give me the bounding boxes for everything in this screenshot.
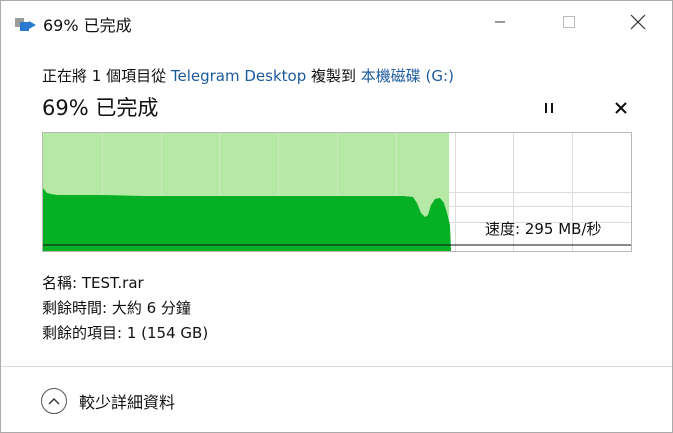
less-details-button[interactable]: 較少詳細資料 xyxy=(41,386,175,416)
chevron-up-icon xyxy=(41,388,67,414)
window-title: 69% 已完成 xyxy=(43,16,132,35)
destination-drive-link[interactable]: 本機磁碟 (G:) xyxy=(361,67,454,85)
detail-items-remaining: 剩餘的項目: 1 (154 GB) xyxy=(42,322,208,343)
name-value: TEST.rar xyxy=(81,274,144,292)
close-button[interactable] xyxy=(615,1,661,43)
cancel-icon xyxy=(615,102,627,114)
less-details-label: 較少詳細資料 xyxy=(79,393,176,412)
copy-middle: 複製到 xyxy=(306,67,361,85)
detail-time-remaining: 剩餘時間: 大約 6 分鐘 xyxy=(42,297,191,318)
time-remaining-value: 大約 6 分鐘 xyxy=(111,299,191,317)
footer-divider xyxy=(1,366,672,367)
close-icon xyxy=(630,14,646,30)
items-remaining-value: 1 (154 GB) xyxy=(126,324,209,342)
copy-description: 正在將 1 個項目從 Telegram Desktop 複製到 本機磁碟 (G:… xyxy=(42,65,454,86)
percent-complete: 69% 已完成 xyxy=(42,96,159,120)
pause-icon xyxy=(545,103,553,113)
cancel-button[interactable] xyxy=(610,97,632,119)
time-remaining-label: 剩餘時間: xyxy=(42,299,108,317)
speed-history-area xyxy=(43,188,451,251)
copy-prefix: 正在將 1 個項目從 xyxy=(42,67,171,85)
items-remaining-label: 剩餘的項目: xyxy=(42,324,123,342)
maximize-button[interactable] xyxy=(546,1,592,43)
speed-label: 速度: 295 MB/秒 xyxy=(485,220,602,238)
maximize-icon xyxy=(563,16,575,28)
copy-app-icon xyxy=(15,18,36,31)
detail-name: 名稱: TEST.rar xyxy=(42,272,144,293)
copy-progress-window: 69% 已完成 正在將 1 個項目從 Telegram Desktop 複製到 … xyxy=(0,0,673,433)
pause-button[interactable] xyxy=(538,97,560,119)
minimize-button[interactable] xyxy=(477,1,523,43)
source-folder-link[interactable]: Telegram Desktop xyxy=(171,67,306,85)
title-bar[interactable]: 69% 已完成 xyxy=(1,1,672,43)
name-label: 名稱: xyxy=(42,274,78,292)
minimize-icon xyxy=(495,21,505,23)
